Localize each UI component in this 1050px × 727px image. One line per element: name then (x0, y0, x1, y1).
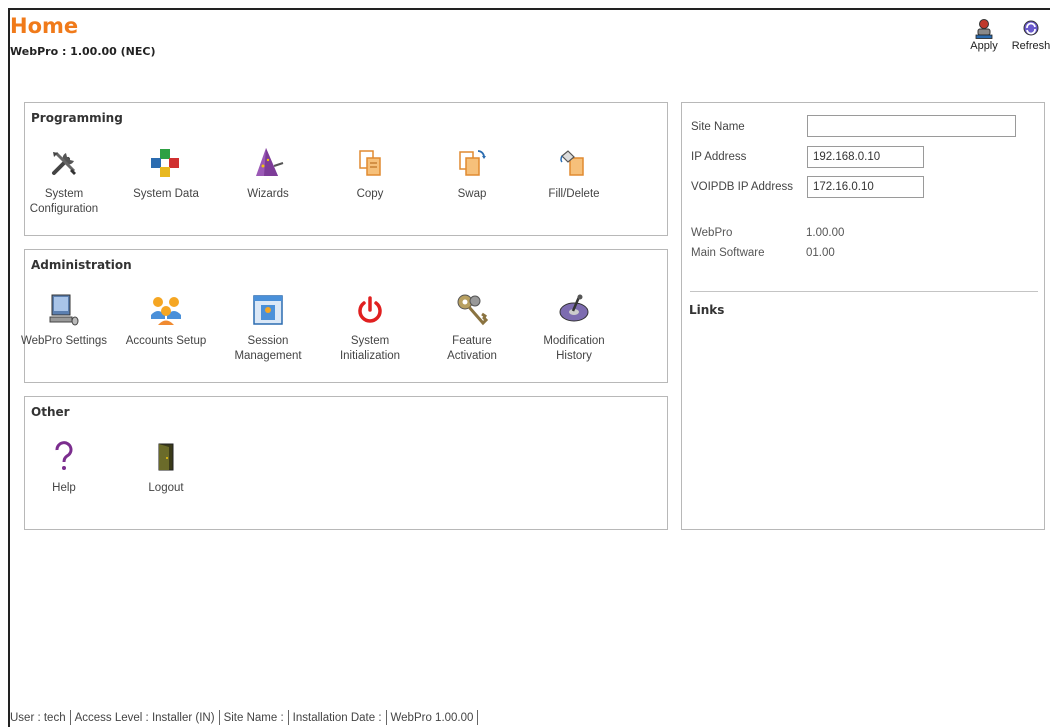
page-title: Home (10, 14, 79, 38)
power-icon (352, 292, 388, 328)
status-access-level: Access Level : Installer (IN) (74, 711, 215, 724)
item-label: Logout (148, 482, 184, 494)
webpro-settings-item[interactable]: WebPro Settings (19, 292, 109, 349)
webpro-version-value: 1.00.00 (806, 227, 845, 239)
help-item[interactable]: Help (19, 439, 109, 496)
accounts-setup-item[interactable]: Accounts Setup (121, 292, 211, 349)
copy-icon (352, 145, 388, 181)
modification-history-item[interactable]: Modification History (529, 292, 619, 364)
computer-icon (46, 292, 82, 328)
site-name-label: Site Name (691, 121, 745, 133)
item-label: System Configuration (29, 188, 99, 215)
item-label: Accounts Setup (125, 335, 207, 347)
apply-label: Apply (970, 40, 998, 52)
item-label: Wizards (247, 188, 289, 200)
links-title: Links (689, 303, 725, 317)
status-install-date: Installation Date : (292, 711, 382, 724)
question-icon (46, 439, 82, 475)
users-icon (148, 292, 184, 328)
refresh-label: Refresh (1011, 40, 1050, 52)
fill-delete-item[interactable]: Fill/Delete (529, 145, 619, 202)
programming-section: Programming System Configuration System … (24, 102, 668, 236)
apply-button[interactable]: Apply (966, 18, 1002, 52)
session-window-icon (250, 292, 286, 328)
door-icon (148, 439, 184, 475)
ip-address-label: IP Address (691, 151, 747, 163)
item-label: System Initialization (339, 335, 401, 362)
programming-title: Programming (31, 111, 123, 125)
system-data-item[interactable]: System Data (121, 145, 211, 202)
copy-item[interactable]: Copy (325, 145, 415, 202)
status-user: User : tech (10, 711, 66, 724)
site-info-panel: Site Name IP Address VOIPDB IP Address W… (681, 102, 1045, 530)
administration-title: Administration (31, 258, 132, 272)
main-software-value: 01.00 (806, 247, 835, 259)
feature-activation-item[interactable]: Feature Activation (427, 292, 517, 364)
system-configuration-item[interactable]: System Configuration (19, 145, 109, 217)
wizard-hat-icon (250, 145, 286, 181)
status-bar: User : tech Access Level : Installer (IN)… (10, 710, 482, 725)
apply-user-icon (975, 19, 993, 39)
item-label: Session Management (234, 335, 302, 362)
status-separator (385, 710, 387, 725)
history-disc-icon (556, 292, 592, 328)
status-webpro: WebPro 1.00.00 (390, 711, 474, 724)
item-label: Feature Activation (447, 335, 497, 362)
status-separator (287, 710, 289, 725)
item-label: System Data (133, 188, 199, 200)
site-name-input[interactable] (807, 115, 1016, 137)
status-separator (218, 710, 220, 725)
session-management-item[interactable]: Session Management (223, 292, 313, 364)
logout-item[interactable]: Logout (121, 439, 211, 496)
webpro-version-label: WebPro (691, 227, 733, 239)
status-separator (477, 710, 479, 725)
refresh-button[interactable]: Refresh (1006, 18, 1050, 52)
main-software-label: Main Software (691, 247, 765, 259)
status-site-name: Site Name : (223, 711, 284, 724)
blocks-icon (148, 145, 184, 181)
swap-item[interactable]: Swap (427, 145, 517, 202)
fill-delete-icon (556, 145, 592, 181)
item-label: Copy (356, 188, 384, 200)
page-subtitle: WebPro : 1.00.00 (NEC) (10, 45, 156, 58)
item-label: Help (52, 482, 76, 494)
wizards-item[interactable]: Wizards (223, 145, 313, 202)
item-label: Swap (457, 188, 487, 200)
other-title: Other (31, 405, 70, 419)
swap-icon (454, 145, 490, 181)
administration-section: Administration WebPro Settings Accounts … (21, 249, 668, 383)
keys-icon (454, 292, 490, 328)
voipdb-ip-input[interactable] (807, 176, 924, 198)
item-label: Modification History (543, 335, 605, 362)
panel-divider (690, 291, 1038, 292)
ip-address-input[interactable] (807, 146, 924, 168)
status-separator (69, 710, 71, 725)
voipdb-ip-label: VOIPDB IP Address (691, 181, 794, 193)
other-section: Other Help Logout (24, 396, 668, 530)
system-initialization-item[interactable]: System Initialization (325, 292, 415, 364)
tools-icon (46, 145, 82, 181)
item-label: Fill/Delete (548, 188, 600, 200)
refresh-icon (1023, 20, 1039, 36)
item-label: WebPro Settings (20, 335, 108, 347)
